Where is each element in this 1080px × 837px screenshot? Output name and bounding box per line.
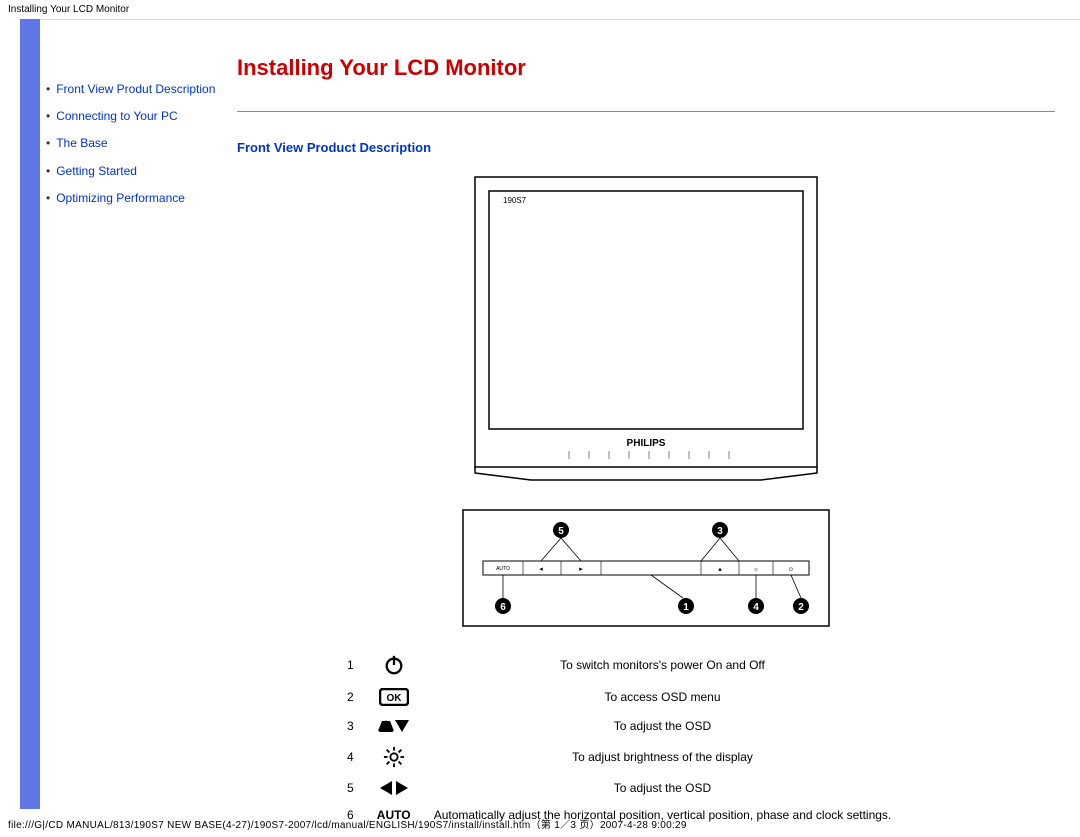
- main-content: Installing Your LCD Monitor Front View P…: [227, 20, 1080, 810]
- legend-num: 1: [337, 648, 364, 682]
- legend-row: 6 AUTO Automatically adjust the horizont…: [337, 802, 901, 828]
- auto-icon: AUTO: [364, 802, 424, 828]
- bullet-icon: •: [46, 107, 50, 126]
- svg-text:☼: ☼: [753, 567, 759, 573]
- leftright-icon: [364, 774, 424, 802]
- sidebar-item-label: The Base: [56, 134, 107, 153]
- sidebar-item-optimizing[interactable]: • Optimizing Performance: [46, 189, 221, 208]
- svg-text:◂: ◂: [539, 566, 543, 573]
- legend-num: 2: [337, 682, 364, 712]
- sidebar-item-getting-started[interactable]: • Getting Started: [46, 162, 221, 181]
- legend-row: 3 To adjust the OSD: [337, 712, 901, 740]
- sidebar-nav: • Front View Produt Description • Connec…: [40, 20, 227, 810]
- legend-num: 3: [337, 712, 364, 740]
- brightness-icon: [364, 740, 424, 774]
- legend-desc: To adjust brightness of the display: [424, 740, 902, 774]
- svg-text:4: 4: [753, 602, 759, 613]
- sidebar-item-label: Front View Produt Description: [56, 80, 215, 99]
- monitor-diagram: 190S7 PHILIPS: [471, 173, 821, 483]
- legend-row: 2 OK To access OSD menu: [337, 682, 901, 712]
- left-accent-bar: [20, 19, 40, 809]
- legend-table: 1 To switch monitors's power On and Off …: [337, 648, 901, 828]
- legend-row: 4 To adjust brightness of the display: [337, 740, 901, 774]
- bullet-icon: •: [46, 189, 50, 208]
- legend-row: 1 To switch monitors's power On and Off: [337, 648, 901, 682]
- power-icon: [364, 648, 424, 682]
- header-breadcrumb: Installing Your LCD Monitor: [0, 0, 1080, 19]
- svg-text:3: 3: [717, 526, 723, 537]
- legend-num: 4: [337, 740, 364, 774]
- bullet-icon: •: [46, 162, 50, 181]
- sidebar-item-base[interactable]: • The Base: [46, 134, 221, 153]
- ok-icon: OK: [364, 682, 424, 712]
- svg-text:▴: ▴: [718, 566, 722, 573]
- svg-text:⏻: ⏻: [789, 567, 793, 573]
- legend-num: 5: [337, 774, 364, 802]
- svg-text:6: 6: [500, 602, 506, 613]
- legend-desc: To adjust the OSD: [424, 774, 902, 802]
- section-heading: Front View Product Description: [237, 140, 1055, 155]
- bullet-icon: •: [46, 134, 50, 153]
- legend-desc: To access OSD menu: [424, 682, 902, 712]
- legend-desc: To adjust the OSD: [424, 712, 902, 740]
- button-panel-diagram: AUTO ◂ ▸ ▴ ☼ ⏻ 5 3: [461, 508, 831, 628]
- sidebar-item-label: Connecting to Your PC: [56, 107, 177, 126]
- updown-icon: [364, 712, 424, 740]
- svg-text:190S7: 190S7: [503, 196, 527, 205]
- svg-text:2: 2: [798, 602, 804, 613]
- legend-num: 6: [337, 802, 364, 828]
- legend-row: 5 To adjust the OSD: [337, 774, 901, 802]
- bullet-icon: •: [46, 80, 50, 99]
- svg-text:OK: OK: [386, 693, 402, 704]
- sidebar-item-connecting[interactable]: • Connecting to Your PC: [46, 107, 221, 126]
- svg-text:▸: ▸: [579, 566, 583, 573]
- svg-text:PHILIPS: PHILIPS: [627, 438, 666, 449]
- page-title: Installing Your LCD Monitor: [237, 55, 1055, 81]
- svg-text:AUTO: AUTO: [496, 566, 510, 572]
- svg-text:5: 5: [558, 526, 564, 537]
- svg-text:1: 1: [683, 602, 689, 613]
- legend-desc: To switch monitors's power On and Off: [424, 648, 902, 682]
- sidebar-item-front-view[interactable]: • Front View Produt Description: [46, 80, 221, 99]
- divider: [237, 111, 1055, 112]
- legend-desc: Automatically adjust the horizontal posi…: [424, 802, 902, 828]
- sidebar-item-label: Getting Started: [56, 162, 137, 181]
- sidebar-item-label: Optimizing Performance: [56, 189, 185, 208]
